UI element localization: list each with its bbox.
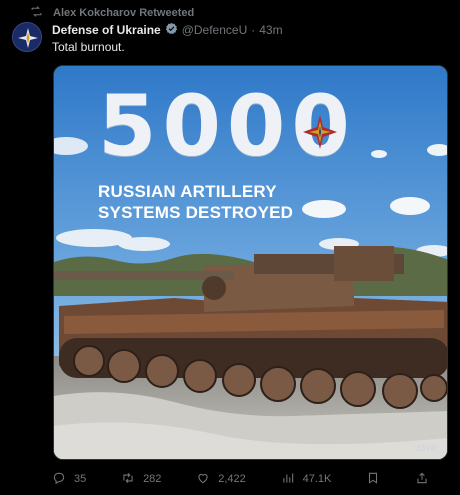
verified-icon <box>165 22 178 38</box>
tweet-actions: 35 282 2,422 47.1K <box>52 470 447 488</box>
tweet-header: Defense of Ukraine @DefenceU · 43m <box>52 22 283 38</box>
share-icon <box>415 471 429 488</box>
ukraine-emblem-icon <box>301 113 339 151</box>
retweet-label: Alex Kokcharov Retweeted <box>53 7 195 19</box>
separator-dot: · <box>251 23 256 37</box>
tweet-text: Total burnout. <box>52 40 125 54</box>
share-button[interactable] <box>415 471 429 488</box>
bookmark-button[interactable] <box>366 471 380 488</box>
reply-button[interactable]: 35 <box>52 471 86 488</box>
image-watermark: SWR <box>416 443 437 453</box>
headline-caption: RUSSIAN ARTILLERY SYSTEMS DESTROYED <box>98 181 293 223</box>
retweet-button[interactable]: 282 <box>121 471 161 488</box>
caption-line-2: SYSTEMS DESTROYED <box>98 203 294 222</box>
retweet-count: 282 <box>143 473 162 485</box>
author-name[interactable]: Defense of Ukraine <box>52 23 161 37</box>
retweet-indicator[interactable]: Alex Kokcharov Retweeted <box>30 5 194 21</box>
like-button[interactable]: 2,422 <box>196 471 246 488</box>
tweet-timestamp[interactable]: 43m <box>259 23 282 37</box>
retweet-icon <box>121 471 135 488</box>
caption-line-1: RUSSIAN ARTILLERY <box>98 182 277 201</box>
views-count: 47.1K <box>302 473 332 485</box>
author-avatar[interactable] <box>12 22 42 52</box>
views-icon <box>281 471 295 488</box>
reply-count: 35 <box>74 473 87 485</box>
views-button[interactable]: 47.1K <box>281 471 332 488</box>
like-count: 2,422 <box>218 473 246 485</box>
reply-icon <box>52 471 66 488</box>
bookmark-icon <box>366 471 380 488</box>
like-icon <box>196 471 210 488</box>
author-handle[interactable]: @DefenceU <box>182 23 248 37</box>
tweet-media-image[interactable]: 5000 RUSSIAN ARTILLERY SYSTEMS DESTROYED… <box>53 65 448 460</box>
retweet-icon <box>30 5 43 21</box>
